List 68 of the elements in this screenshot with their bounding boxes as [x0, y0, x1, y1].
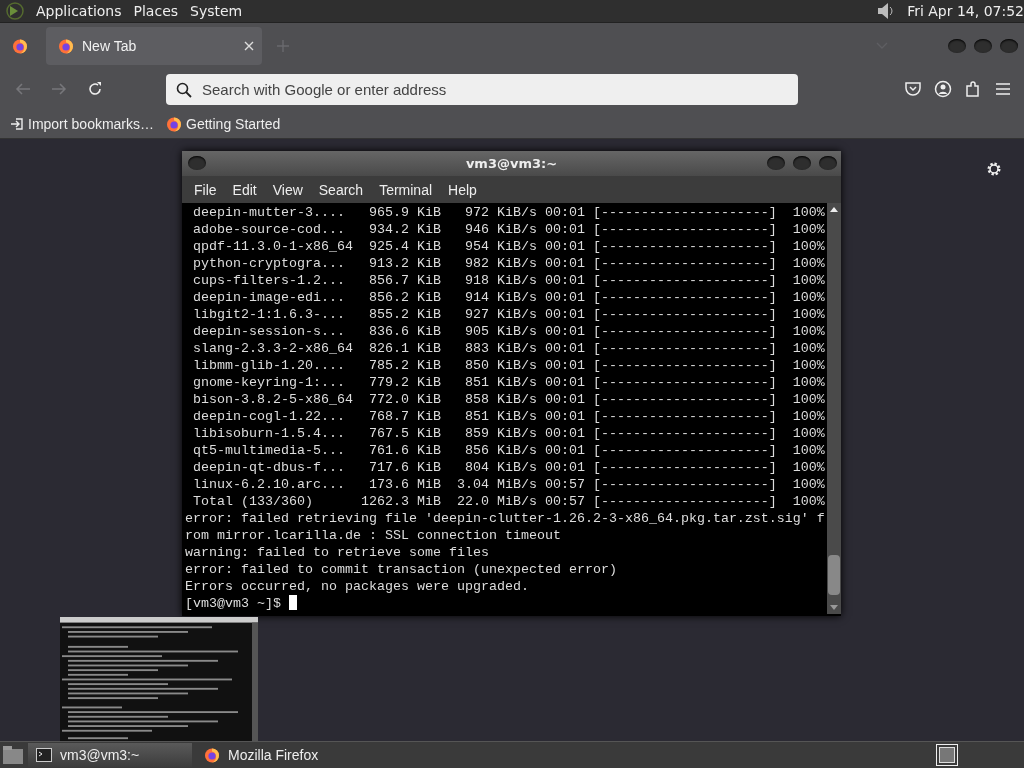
terminal-line: warning: failed to retrieve some files — [185, 545, 489, 560]
taskbar-button[interactable]: vm3@vm3:~ — [28, 743, 192, 767]
reload-icon[interactable] — [87, 81, 103, 97]
terminal-line: deepin-qt-dbus-f... 717.6 KiB 804 KiB/s 00:01 [---------------------] 100% — [192, 460, 825, 475]
terminal-line: deepin-image-edi... 856.2 KiB 914 KiB/s 00:01 [---------------------] 100% — [192, 290, 825, 305]
terminal-line: error: failed retrieving file 'deepin-clutter-1.26.2-3-x86_64.pkg.tar.zst.sig' f — [185, 511, 825, 526]
terminal-line: libmm-glib-1.20.... 785.2 KiB 850 KiB/s 00:01 [---------------------] 100% — [192, 358, 825, 373]
menu-icon[interactable] — [994, 80, 1012, 98]
terminal-line: bison-3.8.2-5-x86_64 772.0 KiB 858 KiB/s 00:01 [---------------------] 100% — [192, 392, 825, 407]
bookmark[interactable]: Import bookmarks… — [28, 115, 155, 132]
panel-menu[interactable]: Places — [133, 3, 179, 19]
terminal-line: python-cryptogra... 913.2 KiB 982 KiB/s 00:01 [---------------------] 100% — [192, 256, 825, 271]
terminal-line: deepin-mutter-3.... 965.9 KiB 972 KiB/s 00:01 [---------------------] 100% — [192, 205, 825, 220]
minimize-button[interactable] — [767, 156, 785, 170]
account-icon[interactable] — [934, 80, 952, 98]
clock[interactable]: Fri Apr 14, 07:52 — [907, 3, 1024, 19]
terminal-line: Total (133/360) 1262.3 MiB 22.0 MiB/s 00:57 [---------------------] 100% — [192, 494, 825, 509]
firefox-icon — [58, 38, 74, 54]
menu-item[interactable]: Terminal — [371, 181, 441, 198]
speaker-icon[interactable] — [875, 1, 896, 21]
panel-menu[interactable]: Applications — [36, 3, 122, 19]
terminal-line: qpdf-11.3.0-1-x86_64 925.4 KiB 954 KiB/s 00:01 [---------------------] 100% — [192, 239, 825, 254]
firefox-icon — [204, 747, 220, 763]
close-button[interactable] — [1000, 39, 1018, 53]
settings-icon[interactable] — [986, 161, 1002, 177]
taskbar-button[interactable]: Mozilla Firefox — [196, 743, 360, 767]
terminal-line: qt5-multimedia-5... 761.6 KiB 856 KiB/s 00:01 [---------------------] 100% — [192, 443, 825, 458]
workspace-switcher[interactable] — [936, 744, 958, 766]
cursor — [289, 595, 297, 610]
terminal-line: slang-2.3.3-2-x86_64 826.1 KiB 883 KiB/s 00:01 [---------------------] 100% — [192, 341, 825, 356]
terminal-line: libisoburn-1.5.4... 767.5 KiB 859 KiB/s 00:01 [---------------------] 100% — [192, 426, 825, 441]
terminal-line: rom mirror.lcarilla.de : SSL connection timeout — [185, 528, 561, 543]
scrollbar[interactable] — [827, 203, 841, 614]
terminal-line: deepin-session-s... 836.6 KiB 905 KiB/s 00:01 [---------------------] 100% — [192, 324, 825, 339]
close-icon[interactable] — [244, 41, 254, 51]
terminal-line: adobe-source-cod... 934.2 KiB 946 KiB/s 00:01 [---------------------] 100% — [192, 222, 825, 237]
window-title: vm3@vm3:~ — [465, 156, 558, 171]
address-bar[interactable]: Search with Google or enter address — [166, 73, 798, 105]
panel-menu[interactable]: System — [190, 3, 243, 19]
menu-item[interactable]: Edit — [224, 181, 265, 198]
search-icon — [176, 81, 192, 98]
pocket-icon[interactable] — [904, 80, 922, 98]
firefox-icon — [12, 38, 28, 54]
browser-tab[interactable]: New Tab — [46, 27, 262, 65]
maximize-button[interactable] — [974, 39, 992, 53]
show-desktop-icon[interactable] — [2, 745, 24, 765]
terminal-line: linux-6.2.10.arc... 173.6 MiB 3.04 MiB/s 00:57 [---------------------] 100% — [192, 477, 825, 492]
terminal-line: gnome-keyring-1:... 779.2 KiB 851 KiB/s 00:01 [---------------------] 100% — [192, 375, 825, 390]
terminal-line: deepin-cogl-1.22... 768.7 KiB 851 KiB/s 00:01 [---------------------] 100% — [192, 409, 825, 424]
menu-item[interactable]: Search — [310, 181, 372, 198]
bookmark[interactable]: Getting Started — [186, 115, 281, 132]
import-icon — [10, 116, 24, 131]
distro-logo-icon[interactable] — [6, 2, 24, 20]
window-menu-button[interactable] — [188, 156, 206, 170]
terminal-line: Errors occurred, no packages were upgraded. — [185, 579, 529, 594]
minimize-button[interactable] — [948, 39, 966, 53]
terminal-line: cups-filters-1.2... 856.7 KiB 918 KiB/s 00:01 [---------------------] 100% — [192, 273, 825, 288]
terminal-line: error: failed to commit transaction (unexpected error) — [185, 562, 617, 577]
close-button[interactable] — [819, 156, 837, 170]
firefox-icon — [166, 115, 183, 132]
maximize-button[interactable] — [793, 156, 811, 170]
terminal-line: libgit2-1:1.6.3-... 855.2 KiB 927 KiB/s 00:01 [---------------------] 100% — [192, 307, 825, 322]
menu-item[interactable]: File — [186, 181, 225, 198]
menu-item[interactable]: View — [264, 181, 311, 198]
puzzle-icon[interactable] — [964, 80, 982, 98]
menu-item[interactable]: Help — [440, 181, 485, 198]
terminal-icon — [36, 748, 52, 762]
shell-prompt: [vm3@vm3 ~]$ — [185, 596, 281, 611]
